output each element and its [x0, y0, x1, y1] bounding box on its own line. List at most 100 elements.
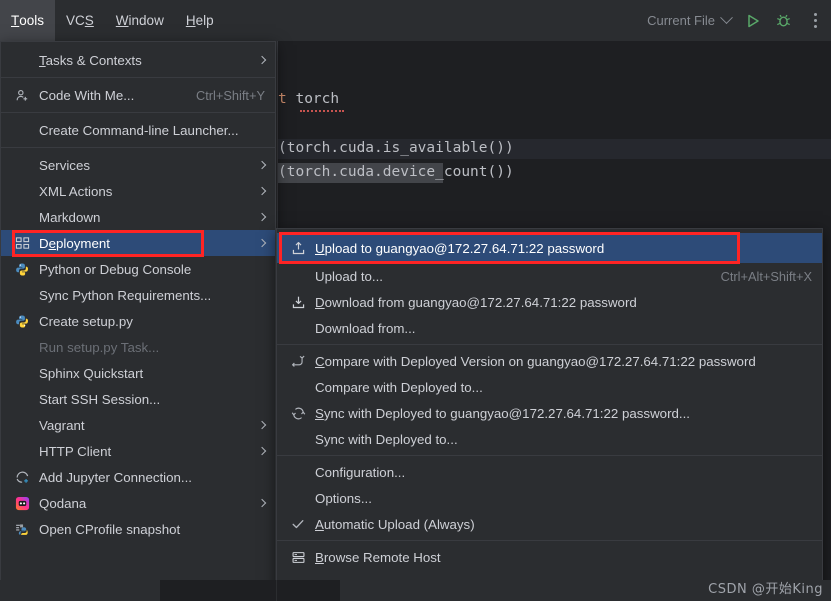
menubar-item-tools[interactable]: Tools	[0, 0, 56, 41]
menu-item-compare-with-deployed-to[interactable]: Compare with Deployed to...	[277, 374, 822, 400]
menu-item-label: Options...	[315, 490, 372, 506]
chevron-right-icon	[257, 420, 267, 430]
code-line-import: t torch	[278, 91, 340, 107]
menu-item-markdown[interactable]: Markdown	[1, 204, 275, 230]
menubar-vcs-pre: VC	[66, 13, 85, 28]
menu-item-open-cprofile-snapshot[interactable]: Open CProfile snapshot	[1, 516, 275, 542]
menu-item-label: Qodana	[39, 495, 87, 511]
menu-item-sphinx-quickstart[interactable]: Sphinx Quickstart	[1, 360, 275, 386]
menubar-item-help[interactable]: Help	[175, 0, 225, 41]
run-play-icon[interactable]	[745, 13, 761, 29]
menu-item-code-with-me[interactable]: Code With Me... Ctrl+Shift+Y	[1, 82, 275, 108]
menubar-tools-mnemonic: T	[11, 13, 20, 28]
remote-host-icon	[287, 550, 309, 565]
python-icon	[11, 314, 33, 329]
compare-icon	[287, 354, 309, 369]
qodana-icon	[11, 496, 33, 511]
menu-item-xml-actions[interactable]: XML Actions	[1, 178, 275, 204]
debug-bug-icon[interactable]	[775, 12, 792, 29]
menu-item-label: Sync with Deployed to...	[315, 431, 458, 447]
kebab-dot-3	[814, 25, 817, 28]
menu-item-label: Sync Python Requirements...	[39, 287, 212, 303]
menu-item-compare-with-deployed-version[interactable]: Compare with Deployed Version on guangya…	[277, 348, 822, 374]
menu-item-deployment[interactable]: Deployment	[1, 230, 275, 256]
menu-item-label: Start SSH Session...	[39, 391, 161, 407]
menu-item-configuration[interactable]: Configuration...	[277, 459, 822, 485]
status-bar-cell-1[interactable]	[160, 580, 276, 601]
chevron-right-icon	[257, 238, 267, 248]
menu-item-services[interactable]: Services	[1, 152, 275, 178]
menu-item-download-from-host[interactable]: Download from guangyao@172.27.64.71:22 p…	[277, 289, 822, 315]
status-bar-cell-2[interactable]	[277, 580, 340, 601]
menu-item-automatic-upload[interactable]: Automatic Upload (Always)	[277, 511, 822, 537]
menu-item-sync-with-deployed-host[interactable]: Sync with Deployed to guangyao@172.27.64…	[277, 400, 822, 426]
menu-item-label: Add Jupyter Connection...	[39, 469, 193, 485]
chevron-right-icon	[257, 212, 267, 222]
status-bar	[0, 580, 831, 601]
menu-item-create-setup-py[interactable]: Create setup.py	[1, 308, 275, 334]
menu-item-start-ssh-session[interactable]: Start SSH Session...	[1, 386, 275, 412]
menu-item-create-command-line-launcher[interactable]: Create Command-line Launcher...	[1, 117, 275, 143]
deployment-submenu[interactable]: Upload to guangyao@172.27.64.71:22 passw…	[276, 228, 823, 601]
run-configuration-label: Current File	[647, 13, 715, 28]
menu-item-browse-remote-host[interactable]: Browse Remote Host	[277, 544, 822, 570]
menu-item-vagrant[interactable]: Vagrant	[1, 412, 275, 438]
cprofile-icon	[11, 522, 33, 537]
person-add-icon	[11, 88, 33, 103]
csdn-watermark: CSDN @开始King	[708, 582, 823, 597]
menubar-help-mnemonic: H	[185, 13, 196, 28]
menu-item-qodana[interactable]: Qodana	[1, 490, 275, 516]
menu-item-label: Run setup.py Task...	[39, 339, 160, 355]
menu-item-label: Upload to...	[315, 268, 384, 284]
menu-separator	[1, 77, 275, 78]
menu-item-add-jupyter-connection[interactable]: Add Jupyter Connection...	[1, 464, 275, 490]
menu-item-label: HTTP Client	[39, 443, 112, 459]
run-configuration-selector[interactable]: Current File	[647, 11, 733, 28]
menu-item-label: Configuration...	[315, 464, 406, 480]
menu-item-shortcut: Ctrl+Shift+Y	[196, 87, 265, 103]
menu-separator	[277, 344, 822, 345]
chevron-right-icon	[257, 446, 267, 456]
python-console-icon	[11, 262, 33, 277]
menu-item-http-client[interactable]: HTTP Client	[1, 438, 275, 464]
inspection-squiggle	[300, 110, 344, 112]
tools-dropdown-menu[interactable]: Tasks & Contexts Code With Me... Ctrl+Sh…	[0, 41, 276, 601]
menu-item-label: Python or Debug Console	[39, 261, 192, 277]
menu-item-label: Download from...	[315, 320, 416, 336]
menubar-item-vcs[interactable]: VC S	[55, 0, 105, 41]
menubar-right-actions[interactable]: Current File	[647, 0, 825, 41]
menu-item-label: Create Command-line Launcher...	[39, 122, 239, 138]
menu-item-download-from-dialog[interactable]: Download from...	[277, 315, 822, 341]
menu-item-python-or-debug-console[interactable]: Python or Debug Console	[1, 256, 275, 282]
menu-item-tasks-and-contexts[interactable]: Tasks & Contexts	[1, 47, 275, 73]
main-menu-bar[interactable]: Tools VC S Window Help Current File	[0, 0, 831, 41]
menu-item-label: Deployment	[39, 235, 110, 251]
kebab-dot-2	[814, 19, 817, 22]
menu-item-label: Download from guangyao@172.27.64.71:22 p…	[315, 294, 637, 310]
menu-item-label: Create setup.py	[39, 313, 133, 329]
menu-item-label: Sync with Deployed to guangyao@172.27.64…	[315, 405, 690, 421]
check-icon	[287, 517, 309, 531]
menu-item-options[interactable]: Options...	[277, 485, 822, 511]
chevron-right-icon	[257, 55, 267, 65]
menu-item-upload-to-dialog[interactable]: Upload to... Ctrl+Alt+Shift+X	[277, 263, 822, 289]
menu-item-label: Code With Me...	[39, 87, 135, 103]
menu-separator	[1, 112, 275, 113]
menu-item-upload-to-host[interactable]: Upload to guangyao@172.27.64.71:22 passw…	[277, 233, 822, 263]
sync-icon	[287, 406, 309, 421]
menu-item-run-setup-py-task: Run setup.py Task...	[1, 334, 275, 360]
menu-item-sync-with-deployed-to[interactable]: Sync with Deployed to...	[277, 426, 822, 452]
menu-item-sync-python-requirements[interactable]: Sync Python Requirements...	[1, 282, 275, 308]
menu-item-label: Markdown	[39, 209, 101, 225]
menubar-vcs-mnemonic: S	[84, 13, 94, 28]
menu-separator	[277, 540, 822, 541]
deployment-icon	[11, 236, 33, 251]
menu-item-label: Vagrant	[39, 417, 85, 433]
more-vertical-icon[interactable]	[806, 13, 825, 28]
menu-item-label: Upload to guangyao@172.27.64.71:22 passw…	[315, 240, 605, 256]
kebab-dot-1	[814, 13, 817, 16]
menubar-window-mnemonic: W	[115, 13, 129, 28]
menubar-item-window[interactable]: Window	[105, 0, 175, 41]
menu-item-label: Sphinx Quickstart	[39, 365, 144, 381]
menubar-window-rest: indow	[128, 13, 164, 28]
